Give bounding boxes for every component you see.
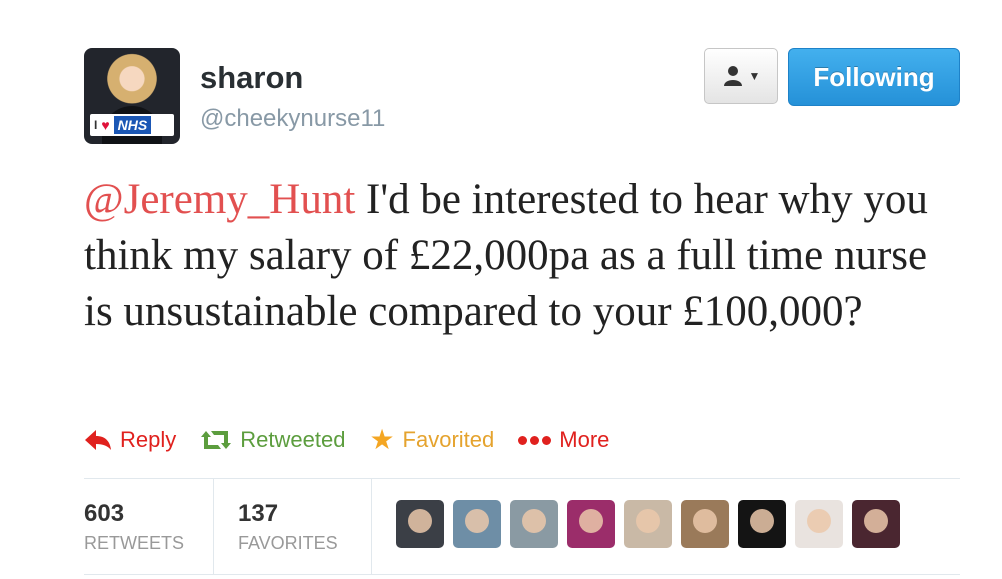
mention-link[interactable]: @Jeremy_Hunt [84,176,355,223]
retweet-icon [201,431,232,449]
user-avatar[interactable]: I ♥ NHS [84,48,180,144]
favoriter-avatar[interactable] [453,500,501,548]
reply-label: Reply [120,427,177,452]
favorited-button[interactable]: ★ Favorited [369,426,494,454]
favoriter-avatar[interactable] [738,500,786,548]
retweets-count: 603 [84,500,125,527]
user-handle[interactable]: @cheekynurse11 [200,105,385,133]
favoriter-avatar[interactable] [510,500,558,548]
favoriter-avatar[interactable] [852,500,900,548]
favoriter-avatar[interactable] [396,500,444,548]
person-icon [723,66,742,86]
user-actions-dropdown-button[interactable]: ▼ [704,48,778,104]
more-dots-icon [518,435,552,445]
retweeted-label: Retweeted [240,427,346,452]
tweet-stats: 603 RETWEETS 137 FAVORITES [84,479,372,574]
user-name[interactable]: sharon [200,60,303,96]
favorites-stat[interactable]: 137 FAVORITES [214,479,372,574]
favorited-label: Favorited [402,427,495,452]
retweeted-button[interactable]: Retweeted [200,427,345,453]
favoriter-avatar[interactable] [681,500,729,548]
nhs-badge-prefix: I [94,118,98,132]
chevron-down-icon: ▼ [748,69,761,83]
retweets-label: RETWEETS [84,533,185,553]
favoriter-avatar[interactable] [567,500,615,548]
favoriters-avatar-list [396,500,900,548]
favoriter-avatar[interactable] [795,500,843,548]
star-icon: ★ [369,424,395,455]
tweet-header: I ♥ NHS sharon @cheekynurse11 ▼ Followin… [84,48,960,148]
stats-bottom-divider [84,574,960,575]
heart-icon: ♥ [101,117,110,133]
more-button[interactable]: More [518,427,609,453]
following-button[interactable]: Following [788,48,960,106]
nhs-badge: I ♥ NHS [90,114,174,136]
retweets-stat[interactable]: 603 RETWEETS [84,479,214,574]
nhs-badge-text: NHS [113,116,152,134]
reply-button[interactable]: Reply [84,427,176,453]
favoriter-avatar[interactable] [624,500,672,548]
tweet-actions: Reply Retweeted ★ Favorited More [84,420,609,460]
favorites-label: FAVORITES [238,533,338,553]
more-label: More [559,427,610,452]
reply-icon [85,430,111,450]
favorites-count: 137 [238,500,279,527]
tweet-text: @Jeremy_Hunt I'd be interested to hear w… [84,172,964,340]
